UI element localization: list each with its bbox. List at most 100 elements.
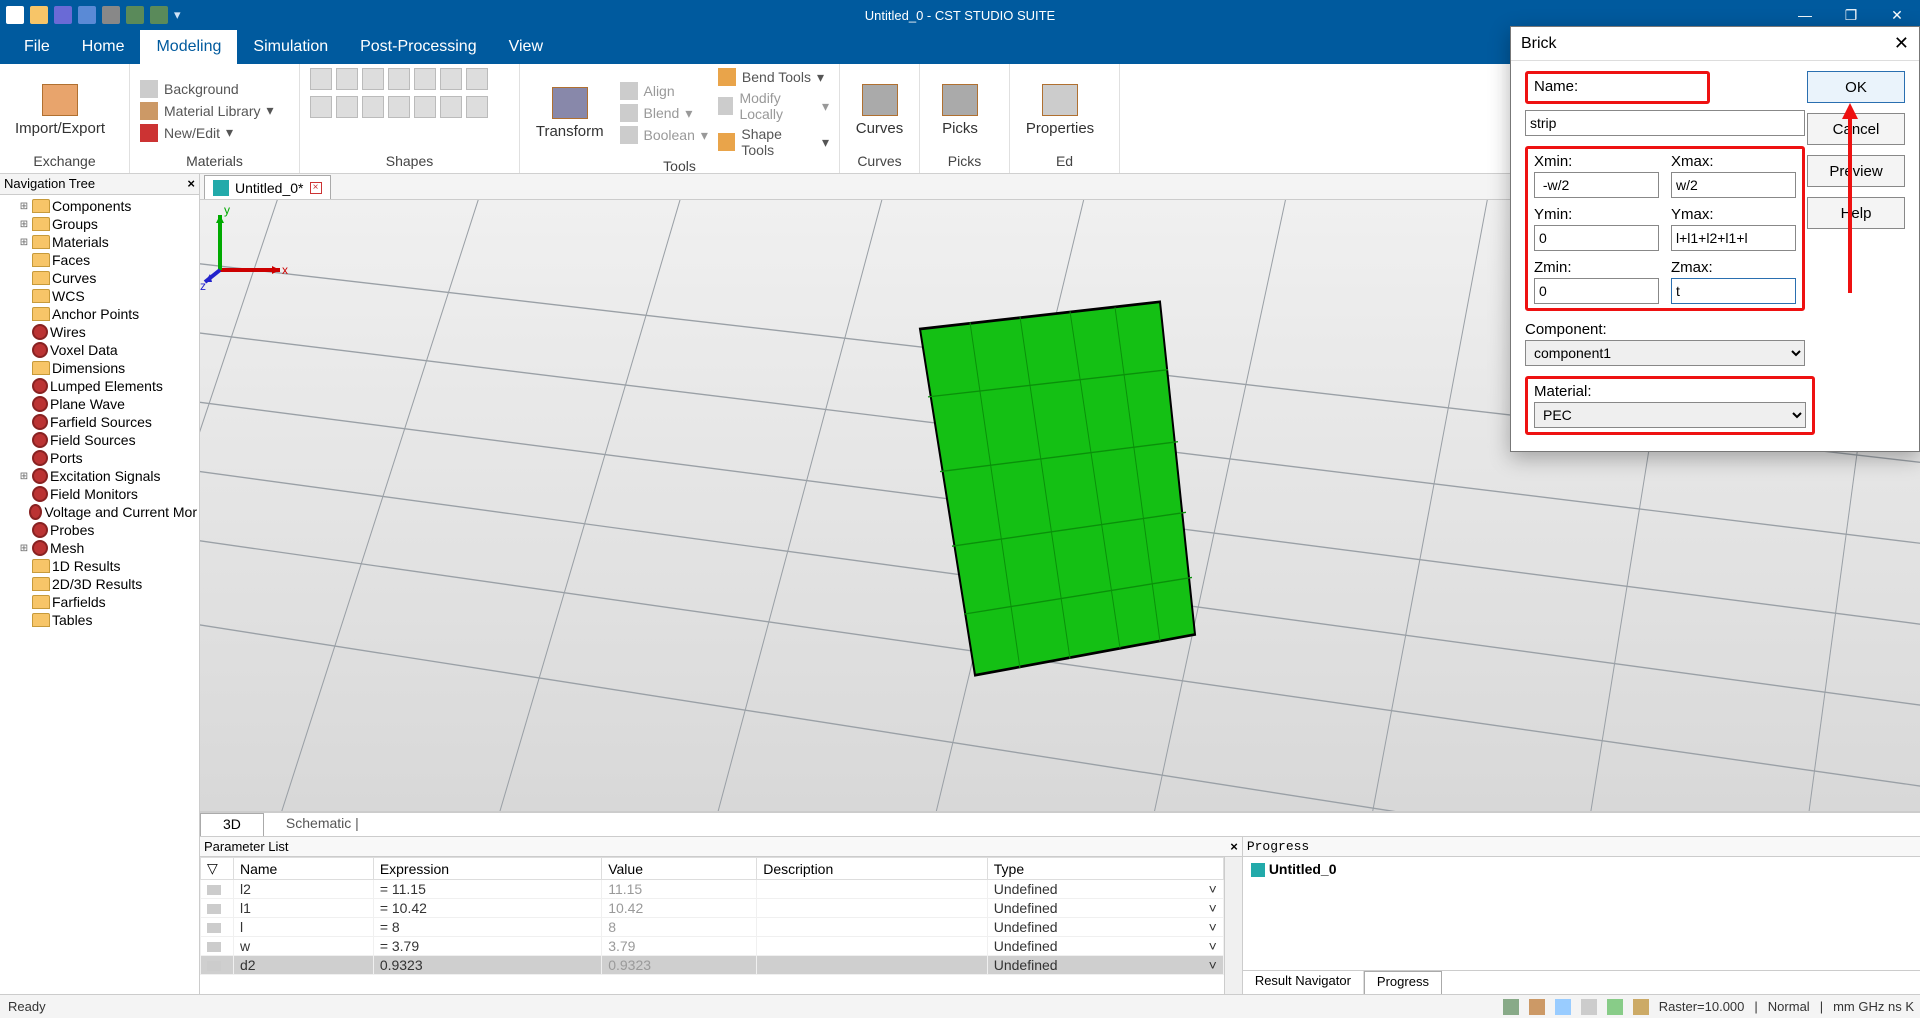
tab-result-navigator[interactable]: Result Navigator (1243, 971, 1364, 994)
col-expression[interactable]: Expression (373, 858, 601, 880)
table-row[interactable]: w= 3.793.79Undefined ˅ (201, 937, 1224, 956)
saveall-icon[interactable] (78, 6, 96, 24)
status-icon-6[interactable] (1633, 999, 1649, 1015)
material-select[interactable]: PEC (1534, 402, 1806, 428)
tree-node[interactable]: ⊞Mesh (0, 539, 199, 557)
tree-node[interactable]: Anchor Points (0, 305, 199, 323)
open-icon[interactable] (30, 6, 48, 24)
col-description[interactable]: Description (757, 858, 988, 880)
filter-icon[interactable]: ▽ (207, 860, 218, 876)
background-button[interactable]: Background (140, 80, 274, 98)
view-tab-schematic[interactable]: Schematic | (264, 813, 382, 836)
view-tab-3d[interactable]: 3D (200, 813, 264, 836)
brick-dialog-close-icon[interactable]: ✕ (1894, 33, 1909, 54)
help-button[interactable]: Help (1807, 197, 1905, 229)
menu-home[interactable]: Home (66, 30, 141, 64)
parameter-scrollbar[interactable] (1224, 857, 1242, 994)
expand-icon[interactable]: ⊞ (18, 543, 30, 554)
ymin-input[interactable] (1534, 225, 1659, 251)
table-row[interactable]: d2 0.93230.9323Undefined ˅ (201, 956, 1224, 975)
expand-icon[interactable]: ⊞ (18, 471, 30, 482)
navigation-tree[interactable]: ⊞Components⊞Groups⊞MaterialsFacesCurvesW… (0, 195, 199, 631)
status-icon-1[interactable] (1503, 999, 1519, 1015)
save-icon[interactable] (54, 6, 72, 24)
tree-node[interactable]: Wires (0, 323, 199, 341)
picks-button[interactable]: Picks (930, 84, 990, 137)
expand-icon[interactable]: ⊞ (18, 219, 30, 230)
navigation-tree-close-icon[interactable]: × (187, 176, 195, 191)
xmax-input[interactable] (1671, 172, 1796, 198)
status-icon-3[interactable] (1555, 999, 1571, 1015)
tree-node[interactable]: Faces (0, 251, 199, 269)
extrude-icon[interactable] (440, 68, 462, 90)
new-icon[interactable] (6, 6, 24, 24)
tree-node[interactable]: ⊞Materials (0, 233, 199, 251)
tree-node[interactable]: Probes (0, 521, 199, 539)
table-row[interactable]: l= 88Undefined ˅ (201, 918, 1224, 937)
ok-button[interactable]: OK (1807, 71, 1905, 103)
print-icon[interactable] (102, 6, 120, 24)
menu-view[interactable]: View (493, 30, 559, 64)
table-row[interactable]: l1= 10.4210.42Undefined ˅ (201, 899, 1224, 918)
col-name[interactable]: Name (234, 858, 374, 880)
col-value[interactable]: Value (602, 858, 757, 880)
zmin-input[interactable] (1534, 278, 1659, 304)
tree-node[interactable]: Plane Wave (0, 395, 199, 413)
tree-node[interactable]: 1D Results (0, 557, 199, 575)
shape8-icon[interactable] (466, 96, 488, 118)
menu-simulation[interactable]: Simulation (237, 30, 344, 64)
transform-button[interactable]: Transform (530, 87, 610, 140)
tree-node[interactable]: Voltage and Current Mor (0, 503, 199, 521)
qat-dropdown-icon[interactable]: ▾ (174, 7, 181, 23)
boolean-button[interactable]: Boolean ▾ (620, 126, 708, 144)
menu-modeling[interactable]: Modeling (140, 30, 237, 64)
parameter-table[interactable]: ▽ Name Expression Value Description Type… (200, 857, 1224, 994)
zmax-input[interactable] (1671, 278, 1796, 304)
component-select[interactable]: component1 (1525, 340, 1805, 366)
tree-node[interactable]: Dimensions (0, 359, 199, 377)
blend-button[interactable]: Blend ▾ (620, 104, 708, 122)
tree-node[interactable]: Voxel Data (0, 341, 199, 359)
tree-node[interactable]: Farfields (0, 593, 199, 611)
tree-node[interactable]: ⊞Components (0, 197, 199, 215)
document-tab-close-icon[interactable]: × (310, 182, 322, 194)
tree-node[interactable]: Farfield Sources (0, 413, 199, 431)
torus-icon[interactable] (414, 68, 436, 90)
sphere-icon[interactable] (336, 68, 358, 90)
tree-node[interactable]: ⊞Excitation Signals (0, 467, 199, 485)
curves-button[interactable]: Curves (850, 84, 909, 137)
tree-node[interactable]: ⊞Groups (0, 215, 199, 233)
cone-icon[interactable] (388, 68, 410, 90)
brick-icon[interactable] (310, 68, 332, 90)
menu-postprocessing[interactable]: Post-Processing (344, 30, 493, 64)
shape3-icon[interactable] (336, 96, 358, 118)
shape7-icon[interactable] (440, 96, 462, 118)
tree-node[interactable]: Tables (0, 611, 199, 629)
document-tab[interactable]: Untitled_0* × (204, 175, 331, 199)
shape5-icon[interactable] (388, 96, 410, 118)
shape6-icon[interactable] (414, 96, 436, 118)
tree-node[interactable]: 2D/3D Results (0, 575, 199, 593)
rotate-icon[interactable] (466, 68, 488, 90)
table-row[interactable]: l2= 11.1511.15Undefined ˅ (201, 880, 1224, 899)
parameter-list-close-icon[interactable]: × (1230, 839, 1238, 854)
new-edit-button[interactable]: New/Edit ▾ (140, 124, 274, 142)
preview-button[interactable]: Preview (1807, 155, 1905, 187)
align-button[interactable]: Align (620, 82, 708, 100)
modify-locally-button[interactable]: Modify Locally ▾ (718, 90, 829, 122)
shape2-icon[interactable] (310, 96, 332, 118)
status-icon-2[interactable] (1529, 999, 1545, 1015)
cancel-button[interactable]: Cancel (1807, 113, 1905, 145)
status-icon-5[interactable] (1607, 999, 1623, 1015)
undo-icon[interactable] (126, 6, 144, 24)
tree-node[interactable]: WCS (0, 287, 199, 305)
tab-progress[interactable]: Progress (1364, 971, 1442, 994)
import-export-button[interactable]: Import/Export (10, 84, 110, 137)
expand-icon[interactable]: ⊞ (18, 237, 30, 248)
tree-node[interactable]: Field Monitors (0, 485, 199, 503)
shape4-icon[interactable] (362, 96, 384, 118)
tree-node[interactable]: Ports (0, 449, 199, 467)
menu-file[interactable]: File (8, 30, 66, 64)
shape-tools-button[interactable]: Shape Tools ▾ (718, 126, 829, 158)
redo-icon[interactable] (150, 6, 168, 24)
